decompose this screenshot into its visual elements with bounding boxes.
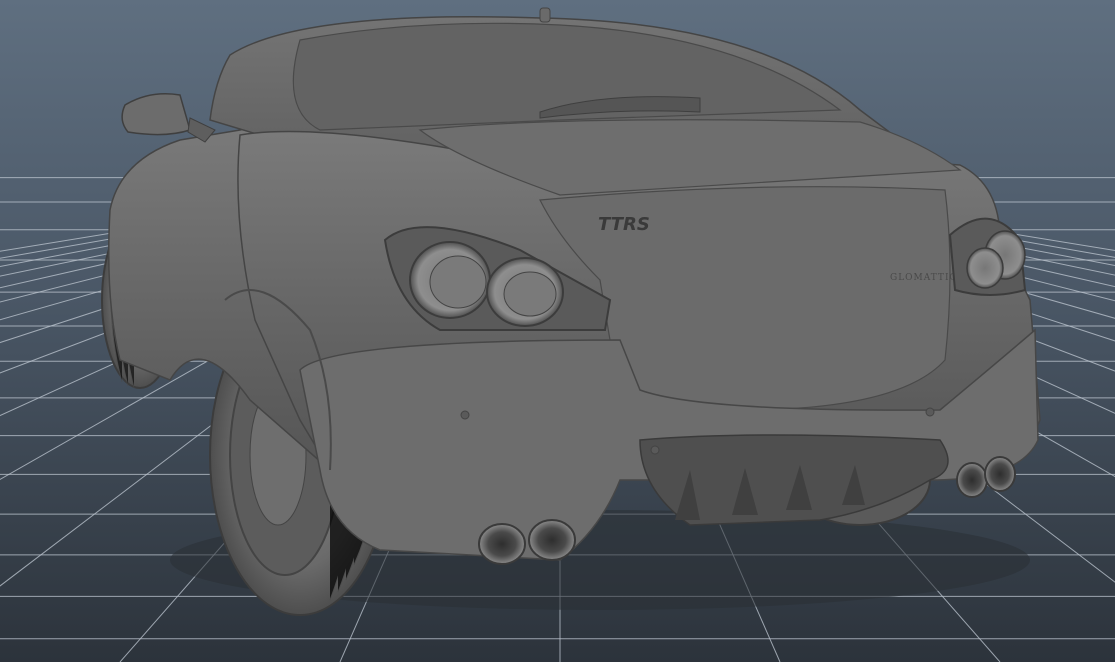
model-badge: TTRS [598,214,650,235]
car-model[interactable]: TTRS GLOMATTIGUE [101,7,1041,616]
side-mirror [121,93,216,143]
3d-viewport[interactable]: TTRS GLOMATTIGUE [0,0,1115,662]
viewport-scene: TTRS GLOMATTIGUE [0,7,1115,662]
